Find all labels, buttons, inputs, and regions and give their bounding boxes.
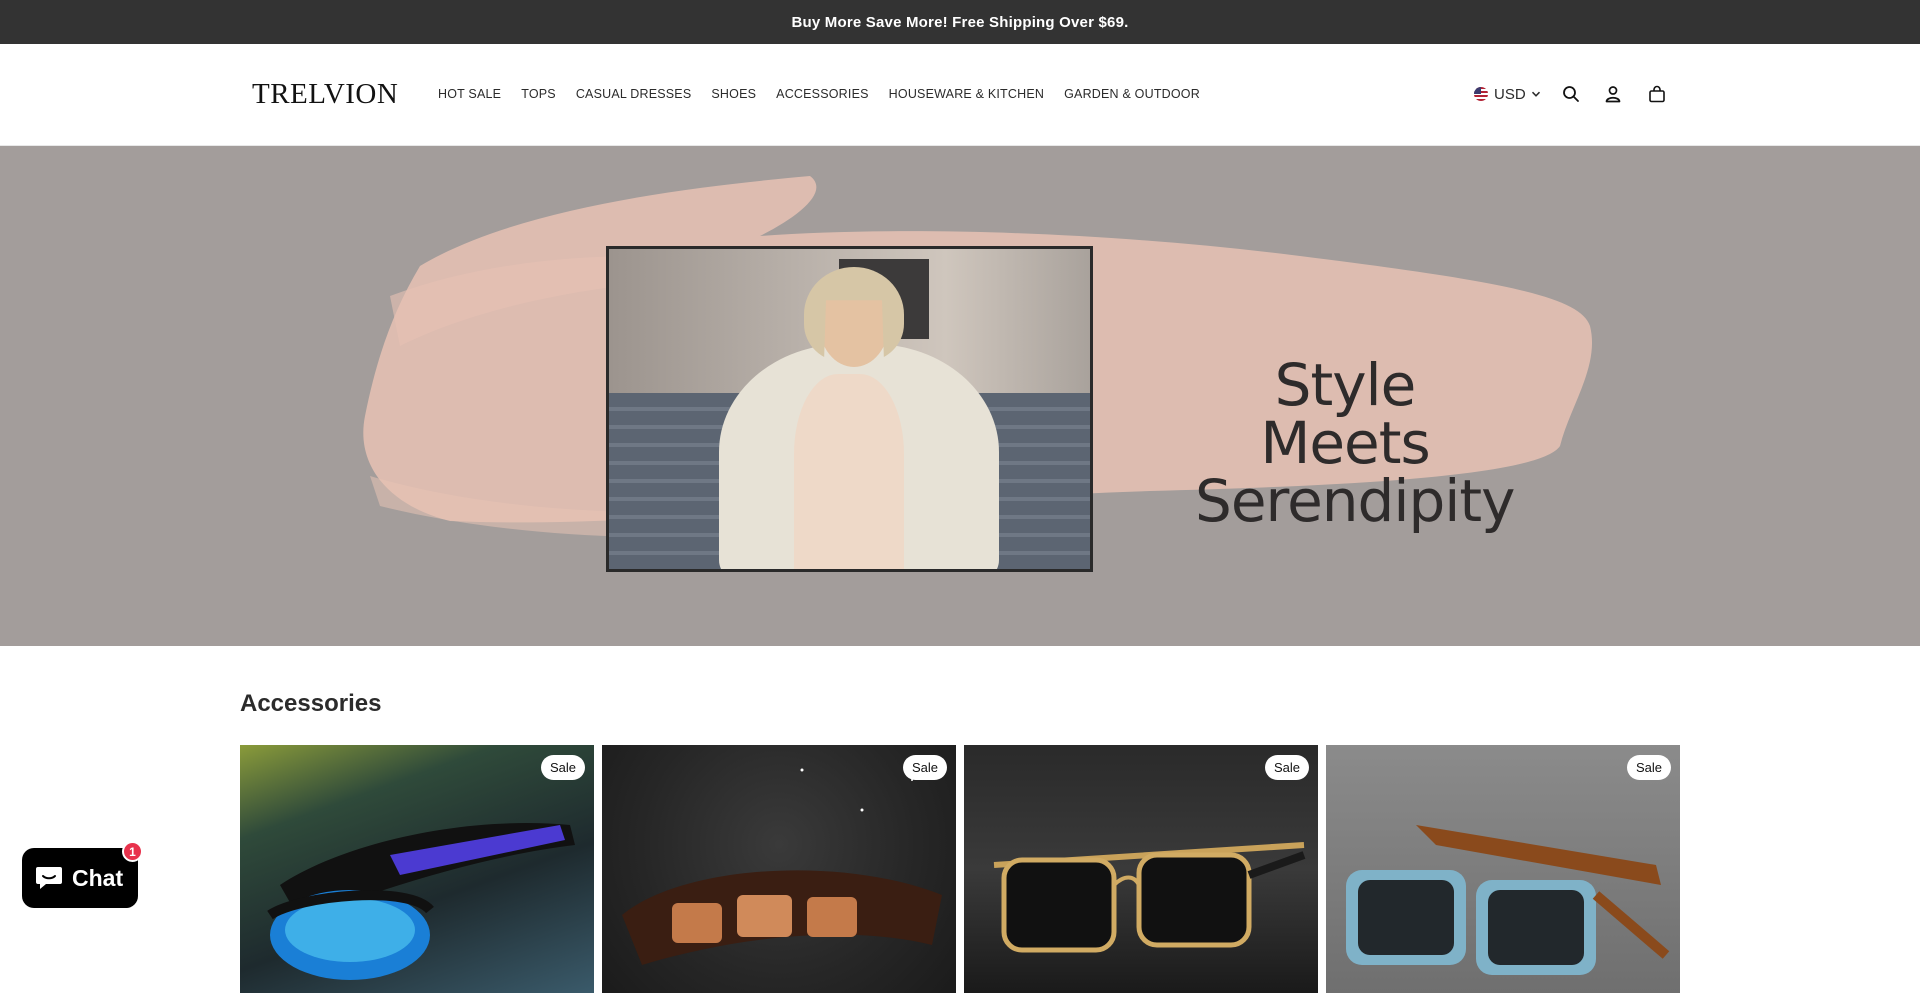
search-icon[interactable]: [1561, 84, 1581, 104]
product-image-brown-sunglasses: [622, 768, 942, 965]
sale-badge: Sale: [1626, 755, 1671, 780]
chat-bubble-icon: [36, 867, 62, 889]
currency-label: USD: [1494, 85, 1526, 103]
product-image-sport-sunglasses: [267, 823, 575, 980]
main-nav: HOT SALE TOPS CASUAL DRESSES SHOES ACCES…: [438, 87, 1220, 101]
header-actions: USD: [1474, 84, 1667, 104]
product-image-gold-sunglasses: [993, 842, 1306, 953]
us-flag-icon: [1474, 87, 1488, 101]
account-icon[interactable]: [1603, 84, 1623, 104]
announcement-text: Buy More Save More! Free Shipping Over $…: [791, 13, 1129, 31]
nav-item-tops[interactable]: TOPS: [521, 87, 556, 101]
nav-item-garden-outdoor[interactable]: GARDEN & OUTDOOR: [1064, 87, 1200, 101]
product-card[interactable]: Sale: [964, 745, 1318, 993]
currency-selector[interactable]: USD: [1474, 86, 1541, 103]
sale-badge: Sale: [540, 755, 585, 780]
chat-notification-badge: 1: [122, 841, 143, 862]
hero-title-line1: Style Meets: [1260, 351, 1430, 477]
product-card[interactable]: Sale: [240, 745, 594, 993]
hero-title: Style Meets Serendipity: [1195, 351, 1515, 535]
product-card[interactable]: Sale: [602, 745, 956, 993]
site-logo[interactable]: TRELVION: [252, 78, 398, 111]
nav-item-houseware-kitchen[interactable]: HOUSEWARE & KITCHEN: [889, 87, 1044, 101]
hero-title-line2: Serendipity: [1195, 467, 1515, 535]
product-card[interactable]: Sale: [1326, 745, 1680, 993]
product-grid: Sale Sale Sale Sale: [240, 745, 1680, 993]
nav-item-accessories[interactable]: ACCESSORIES: [776, 87, 869, 101]
nav-item-casual-dresses[interactable]: CASUAL DRESSES: [576, 87, 692, 101]
sale-badge: Sale: [902, 755, 947, 780]
chat-label: Chat: [72, 864, 124, 891]
hero-photo-woman: [606, 246, 1093, 572]
product-image-blue-sunglasses: [1346, 825, 1670, 975]
chevron-down-icon: [1531, 91, 1540, 97]
sale-badge: Sale: [1264, 755, 1309, 780]
hero-banner[interactable]: Style Meets Serendipity: [0, 146, 1920, 646]
announcement-bar: Buy More Save More! Free Shipping Over $…: [0, 0, 1920, 44]
section-title: Accessories: [240, 690, 382, 717]
chat-button[interactable]: Chat: [22, 848, 138, 908]
site-header: TRELVION HOT SALE TOPS CASUAL DRESSES SH…: [0, 44, 1920, 146]
nav-item-hot-sale[interactable]: HOT SALE: [438, 87, 501, 101]
nav-item-shoes[interactable]: SHOES: [711, 87, 756, 101]
cart-icon[interactable]: [1647, 84, 1667, 104]
